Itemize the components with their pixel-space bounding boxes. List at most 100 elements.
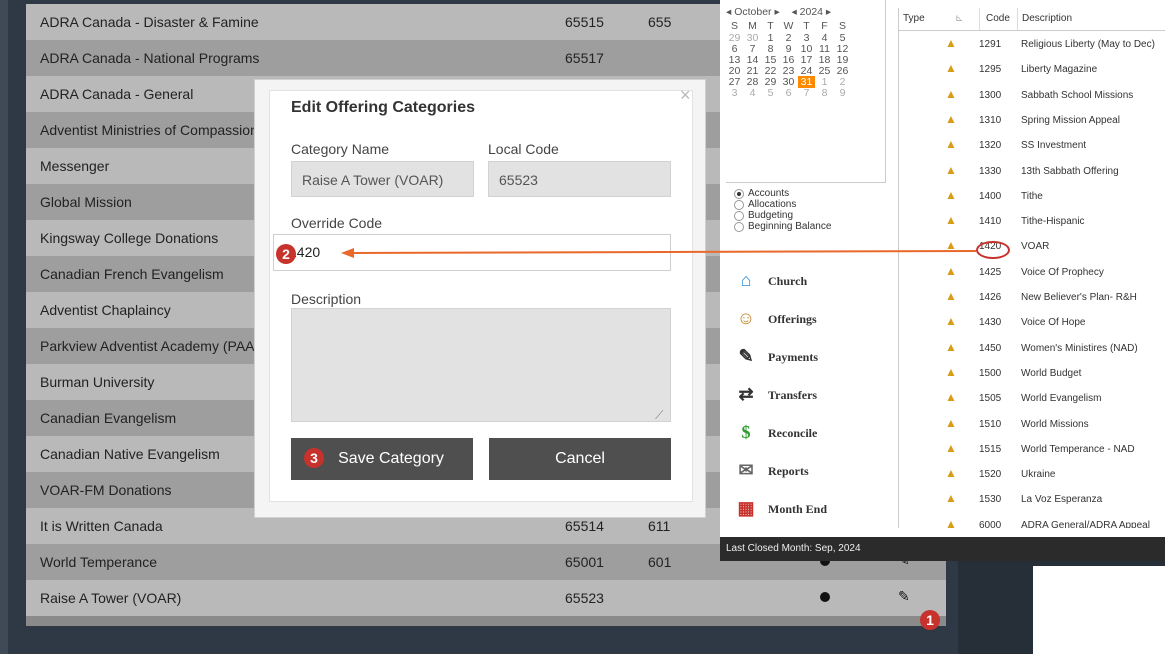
- category-name: Adventist Chaplaincy: [40, 302, 171, 318]
- nav-item-reports[interactable]: ✉ Reports: [734, 452, 884, 488]
- radio-option[interactable]: Beginning Balance: [734, 221, 831, 232]
- next-year-button[interactable]: ▸: [826, 6, 831, 18]
- weekday-label: W: [783, 20, 794, 32]
- table-row[interactable]: ▲ 1450 Women's Ministires (NAD): [899, 336, 1165, 361]
- table-row[interactable]: ▲ 1330 13th Sabbath Offering: [899, 159, 1165, 184]
- row-description: Sabbath School Missions: [1021, 89, 1134, 101]
- sort-icon[interactable]: ⊾: [955, 8, 964, 31]
- row-code: 1505: [979, 393, 1002, 405]
- sda-logo-icon: ▲: [945, 36, 957, 50]
- resize-handle-icon[interactable]: ⟋: [655, 408, 663, 423]
- last-closed-month: Last Closed Month: Sep, 2024: [726, 543, 861, 554]
- codes-table: Type ⊾ Code Description ▲ 1291 Religious L…: [898, 8, 1165, 528]
- table-row[interactable]: ▲ 1300 Sabbath School Missions: [899, 83, 1165, 108]
- row-code: 1330: [979, 165, 1002, 177]
- code-header[interactable]: Code: [979, 8, 1010, 31]
- category-name: ADRA Canada - National Programs: [40, 50, 260, 66]
- category-name: Raise A Tower (VOAR): [40, 590, 182, 606]
- calendar-day[interactable]: 3: [726, 87, 743, 99]
- nav-item-reconcile[interactable]: $ Reconcile: [734, 414, 884, 450]
- prev-year-button[interactable]: ◂: [791, 6, 796, 18]
- nav-item-church[interactable]: ⌂ Church: [734, 262, 884, 298]
- step-badge-1: 1: [920, 610, 940, 630]
- nav-label: Transfers: [768, 388, 818, 402]
- row-code: 6000: [979, 519, 1002, 528]
- row-description: World Temperance - NAD: [1021, 443, 1135, 455]
- calendar-year: 2024: [799, 6, 823, 18]
- table-row[interactable]: ▲ 1400 Tithe: [899, 184, 1165, 209]
- table-row[interactable]: ▲ 1420 VOAR: [899, 234, 1165, 259]
- reconcile-icon: $: [741, 422, 751, 442]
- table-row[interactable]: ▲ 1320 SS Investment: [899, 133, 1165, 158]
- row-description: World Evangelism: [1021, 393, 1102, 405]
- calendar-day[interactable]: 8: [816, 87, 833, 99]
- row-code: 1520: [979, 469, 1002, 481]
- category-name: Messenger: [40, 158, 110, 174]
- sda-logo-icon: ▲: [945, 213, 957, 228]
- row-description: Tithe-Hispanic: [1021, 216, 1085, 228]
- table-row[interactable]: ▲ 6000 ADRA General/ADRA Appeal: [899, 513, 1165, 528]
- prev-month-button[interactable]: ◂: [726, 6, 731, 18]
- row-code: 1295: [979, 64, 1002, 76]
- row-code: 1320: [979, 140, 1002, 152]
- table-row[interactable]: ▲ 1530 La Voz Esperanza: [899, 487, 1165, 512]
- close-icon[interactable]: ×: [680, 85, 691, 106]
- edit-offering-categories-modal: Edit Offering Categories × Category Name…: [255, 80, 705, 517]
- table-row[interactable]: ▲ 1310 Spring Mission Appeal: [899, 108, 1165, 133]
- radio-option[interactable]: Budgeting: [734, 210, 831, 221]
- row-code: 1400: [979, 190, 1002, 202]
- radio-circle-icon: [734, 211, 744, 221]
- calendar-day[interactable]: 9: [834, 87, 851, 99]
- table-row[interactable]: ▲ 1515 World Temperance - NAD: [899, 437, 1165, 462]
- type-header[interactable]: Type: [903, 8, 925, 31]
- table-row[interactable]: ▲ 1410 Tithe-Hispanic: [899, 209, 1165, 234]
- sda-logo-icon: ▲: [945, 111, 957, 126]
- table-row[interactable]: ▲ 1520 Ukraine: [899, 462, 1165, 487]
- sda-logo-icon: ▲: [945, 263, 957, 278]
- calendar-day[interactable]: 7: [798, 87, 815, 99]
- calendar-day[interactable]: 6: [780, 87, 797, 99]
- radio-option[interactable]: Allocations: [734, 199, 831, 210]
- calendar-day[interactable]: 5: [762, 87, 779, 99]
- category-name: Canadian French Evangelism: [40, 266, 224, 282]
- nav-label: Reports: [768, 464, 809, 478]
- description-header[interactable]: Description: [1017, 8, 1165, 31]
- table-row[interactable]: ▲ 1500 World Budget: [899, 361, 1165, 386]
- radio-option[interactable]: Accounts: [734, 188, 831, 199]
- row-code: 1510: [979, 418, 1002, 430]
- nav-item-payments[interactable]: ✎ Payments: [734, 338, 884, 374]
- nav-item-transfers[interactable]: ⇄ Transfers: [734, 376, 884, 412]
- edit-pencil-icon[interactable]: ✎: [898, 588, 910, 605]
- category-name-field[interactable]: Raise A Tower (VOAR): [291, 161, 474, 197]
- sda-logo-icon: ▲: [945, 440, 957, 455]
- table-row[interactable]: ▲ 1510 World Missions: [899, 412, 1165, 437]
- category-name: Canadian Evangelism: [40, 410, 177, 426]
- nav-item-month-end[interactable]: ▦ Month End: [734, 490, 884, 526]
- category-name: Burman University: [40, 374, 155, 390]
- local-code-field[interactable]: 65523: [488, 161, 671, 197]
- offerings-icon: ☺: [736, 308, 756, 328]
- weekday-label: S: [730, 20, 738, 32]
- table-row[interactable]: ▲ 1426 New Believer's Plan- R&H: [899, 285, 1165, 310]
- nav-item-offerings[interactable]: ☺ Offerings: [734, 300, 884, 336]
- list-item[interactable]: Raise A Tower (VOAR) 65523 ✎: [26, 580, 946, 616]
- weekday-label: M: [748, 20, 757, 32]
- payments-icon: ✎: [738, 346, 754, 366]
- table-row[interactable]: ▲ 1430 Voice Of Hope: [899, 310, 1165, 335]
- category-local-code: 611: [648, 518, 671, 534]
- view-radio-group: Accounts Allocations Budgeting Beginning Ba…: [734, 188, 831, 232]
- override-code-field[interactable]: 1420: [273, 234, 671, 271]
- cancel-button[interactable]: Cancel: [489, 438, 671, 480]
- sda-logo-icon: ▲: [945, 364, 957, 379]
- table-row[interactable]: ▲ 1425 Voice Of Prophecy: [899, 260, 1165, 285]
- calendar-day[interactable]: 4: [744, 87, 761, 99]
- table-row[interactable]: ▲ 1295 Liberty Magazine: [899, 57, 1165, 82]
- description-field[interactable]: [291, 308, 671, 422]
- row-description: World Missions: [1021, 418, 1089, 430]
- next-month-button[interactable]: ▸: [774, 6, 779, 18]
- table-row[interactable]: ▲ 1505 World Evangelism: [899, 386, 1165, 411]
- local-code-label: Local Code: [488, 141, 559, 157]
- table-row[interactable]: ▲ 1291 Religious Liberty (May to Dec): [899, 32, 1165, 57]
- sda-logo-icon: ▲: [945, 491, 957, 506]
- row-description: Women's Ministires (NAD): [1021, 342, 1138, 354]
